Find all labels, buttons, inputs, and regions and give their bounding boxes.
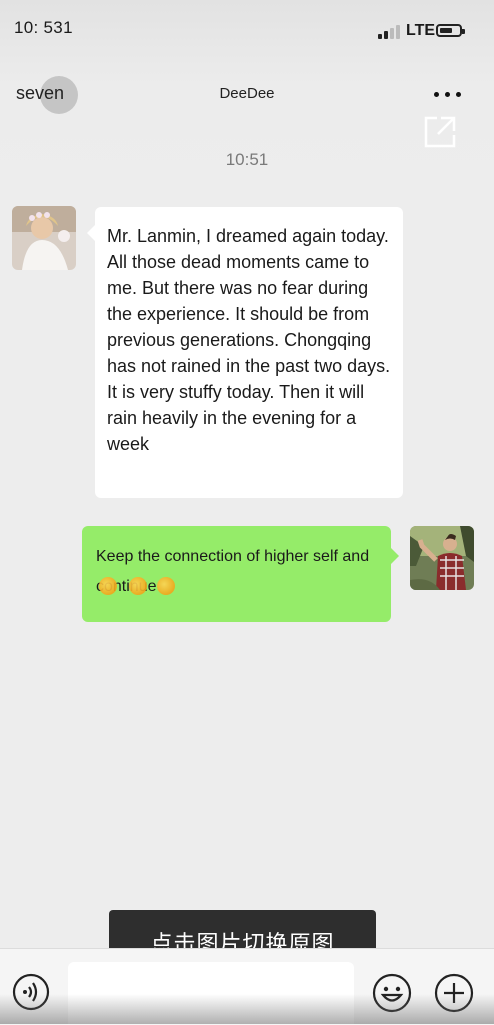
network-type: LTE — [406, 22, 436, 39]
emoji-sequence — [98, 575, 195, 599]
outgoing-message-bubble[interactable]: Keep the connection of higher self and c… — [82, 526, 399, 622]
emoji-icon — [156, 576, 175, 595]
status-time: 10: 531 — [14, 18, 73, 37]
bottom-shade — [0, 994, 494, 1024]
status-bar: 10: 531 LTE — [0, 0, 494, 56]
user-avatar[interactable] — [410, 526, 474, 590]
signal-icon — [378, 25, 402, 39]
incoming-message-bubble[interactable]: Mr. Lanmin, I dreamed again today. All t… — [87, 207, 403, 498]
more-dots-icon[interactable] — [432, 92, 464, 100]
share-external-icon[interactable] — [422, 114, 458, 150]
contact-avatar[interactable] — [12, 206, 76, 270]
battery-icon — [436, 24, 465, 37]
incoming-message-text: Mr. Lanmin, I dreamed again today. All t… — [107, 226, 391, 454]
emoji-icon — [128, 576, 147, 595]
emoji-icon — [98, 576, 117, 595]
chat-title: DeeDee — [219, 85, 275, 102]
message-timestamp: 10:51 — [225, 150, 269, 169]
